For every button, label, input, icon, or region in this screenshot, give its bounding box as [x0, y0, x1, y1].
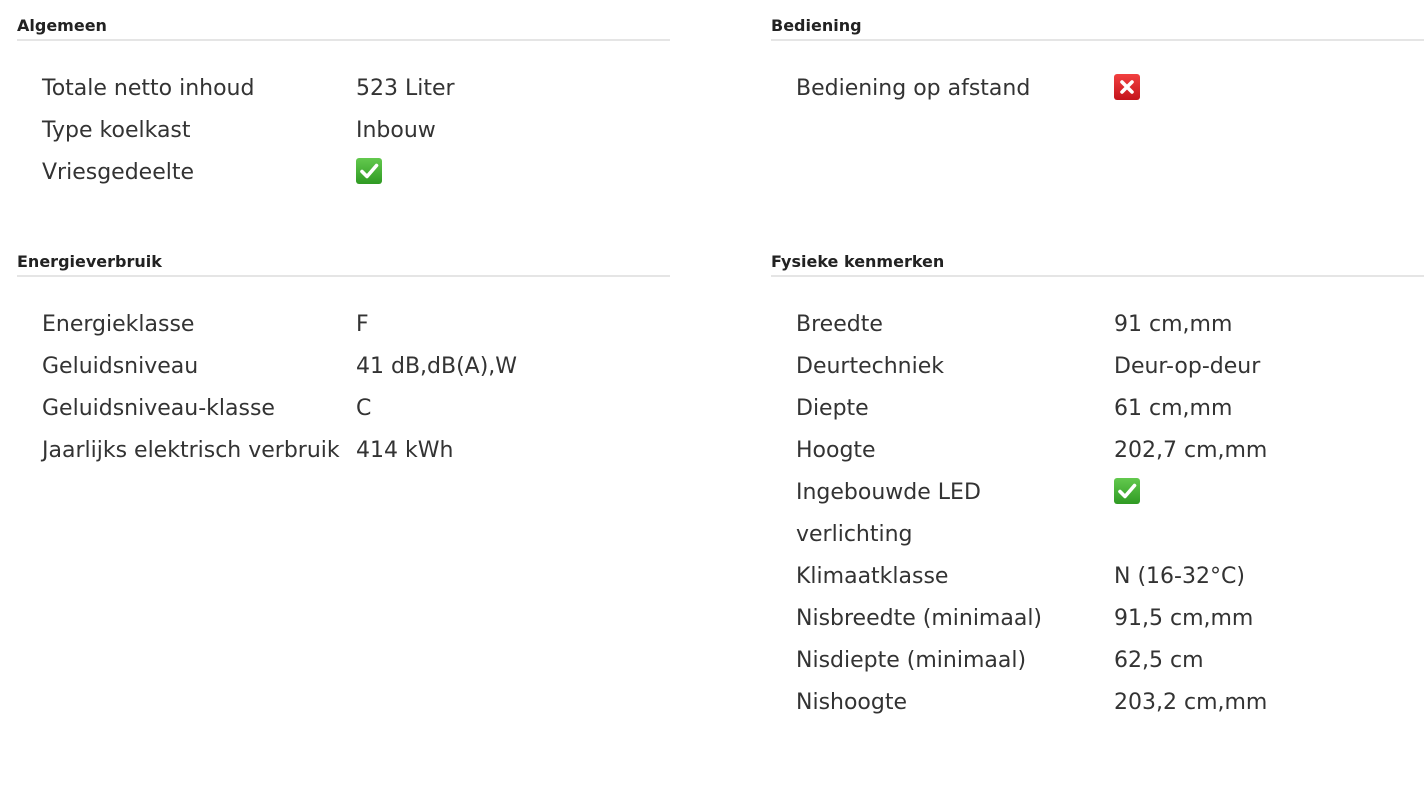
section-fysieke-kenmerken: Fysieke kenmerken Breedte 91 cm,mm Deurt…	[771, 236, 1424, 724]
spec-label: Diepte	[796, 396, 869, 421]
spec-list: Bediening op afstand	[771, 41, 1424, 110]
spec-label: Geluidsniveau	[42, 354, 199, 379]
spec-value: 91,5 cm,mm	[1114, 606, 1254, 631]
check-icon	[356, 158, 382, 184]
spec-label: Type koelkast	[42, 118, 191, 143]
spec-row: Energieklasse F	[42, 304, 670, 346]
spec-row: Type koelkast Inbouw	[42, 110, 670, 152]
spec-row: Nishoogte 203,2 cm,mm	[796, 682, 1424, 724]
spec-label: Deurtechniek	[796, 354, 944, 379]
spec-value	[1114, 68, 1140, 110]
spec-value: 414 kWh	[356, 438, 454, 463]
spec-label: Geluidsniveau-klasse	[42, 396, 275, 421]
section-bediening: Bediening Bediening op afstand	[771, 0, 1424, 110]
spec-list: Breedte 91 cm,mm Deurtechniek Deur-op-de…	[771, 277, 1424, 724]
spec-label: Nisdiepte (minimaal)	[796, 648, 1027, 673]
spec-row: Bediening op afstand	[796, 68, 1424, 110]
section-title: Algemeen	[17, 0, 670, 41]
spec-value	[1114, 472, 1140, 514]
spec-value: 61 cm,mm	[1114, 396, 1233, 421]
spec-value: Deur-op-deur	[1114, 354, 1261, 379]
spec-list: Totale netto inhoud 523 Liter Type koelk…	[17, 41, 670, 194]
spec-value: 203,2 cm,mm	[1114, 690, 1268, 715]
spec-row: Nisdiepte (minimaal) 62,5 cm	[796, 640, 1424, 682]
spec-value: 202,7 cm,mm	[1114, 438, 1268, 463]
spec-row: Hoogte 202,7 cm,mm	[796, 430, 1424, 472]
spec-label: Energieklasse	[42, 312, 195, 337]
spec-row: Jaarlijks elektrisch verbruik 414 kWh	[42, 430, 670, 472]
section-title: Bediening	[771, 0, 1424, 41]
spec-row: Diepte 61 cm,mm	[796, 388, 1424, 430]
spec-label: Hoogte	[796, 438, 876, 463]
spec-row: Breedte 91 cm,mm	[796, 304, 1424, 346]
spec-value: 62,5 cm	[1114, 648, 1204, 673]
spec-value: C	[356, 396, 372, 421]
section-title: Fysieke kenmerken	[771, 236, 1424, 277]
spec-value	[356, 152, 382, 194]
section-energieverbruik: Energieverbruik Energieklasse F Geluidsn…	[17, 236, 670, 472]
spec-label: Totale netto inhoud	[42, 76, 255, 101]
spec-list: Energieklasse F Geluidsniveau 41 dB,dB(A…	[17, 277, 670, 472]
spec-label: Nishoogte	[796, 690, 908, 715]
spec-row: Ingebouwde LED verlichting	[796, 472, 1424, 556]
cross-icon	[1114, 74, 1140, 100]
spec-row: Nisbreedte (minimaal) 91,5 cm,mm	[796, 598, 1424, 640]
spec-value: Inbouw	[356, 118, 436, 143]
spec-value: F	[356, 312, 369, 337]
check-icon	[1114, 478, 1140, 504]
spec-row: Klimaatklasse N (16-32°C)	[796, 556, 1424, 598]
spec-value: 41 dB,dB(A),W	[356, 354, 518, 379]
section-title: Energieverbruik	[17, 236, 670, 277]
spec-value: 523 Liter	[356, 76, 455, 101]
spec-label: Jaarlijks elektrisch verbruik	[42, 438, 340, 463]
spec-value: N (16-32°C)	[1114, 564, 1245, 589]
spec-row: Geluidsniveau 41 dB,dB(A),W	[42, 346, 670, 388]
spec-label: Ingebouwde LED verlichting	[796, 480, 981, 547]
spec-row: Vriesgedeelte	[42, 152, 670, 194]
spec-value: 91 cm,mm	[1114, 312, 1233, 337]
section-algemeen: Algemeen Totale netto inhoud 523 Liter T…	[17, 0, 670, 194]
spec-label: Klimaatklasse	[796, 564, 949, 589]
spec-row: Geluidsniveau-klasse C	[42, 388, 670, 430]
spec-label: Nisbreedte (minimaal)	[796, 606, 1043, 631]
spec-label: Breedte	[796, 312, 883, 337]
spec-label: Vriesgedeelte	[42, 160, 195, 185]
spec-row: Deurtechniek Deur-op-deur	[796, 346, 1424, 388]
spec-row: Totale netto inhoud 523 Liter	[42, 68, 670, 110]
spec-label: Bediening op afstand	[796, 76, 1031, 101]
